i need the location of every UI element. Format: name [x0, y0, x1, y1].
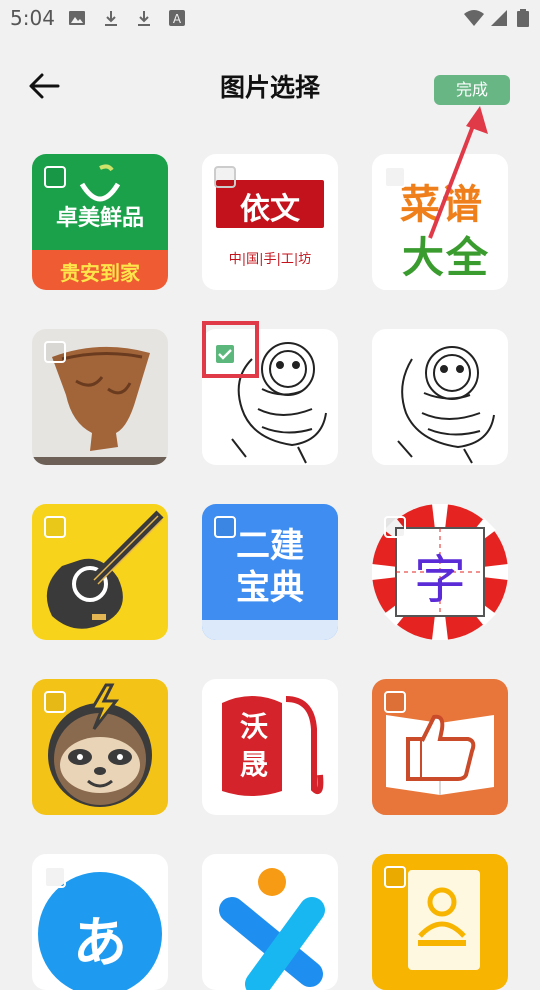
annotation-arrow: [428, 106, 488, 239]
